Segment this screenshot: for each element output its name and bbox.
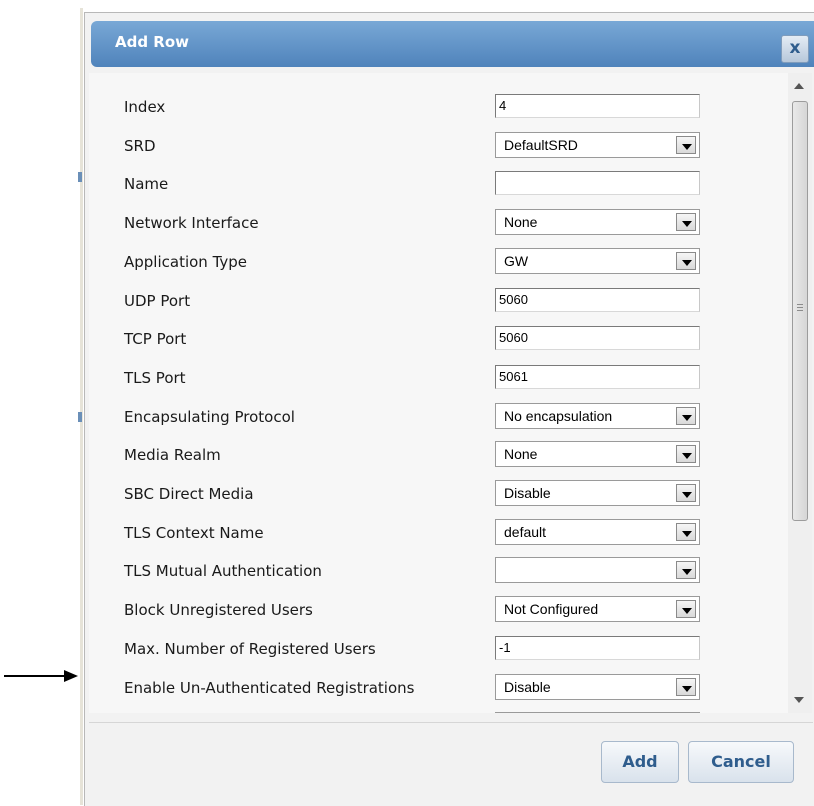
form-row: Application Type GW <box>89 246 794 276</box>
grip-icon <box>797 304 803 305</box>
field-label: Name <box>124 175 169 194</box>
form-row: SRD DefaultSRD <box>89 130 794 160</box>
select-dropdown[interactable]: Not Configured <box>495 596 700 623</box>
select-dropdown[interactable]: DefaultSRD <box>495 131 700 158</box>
scroll-up-icon[interactable] <box>794 83 804 89</box>
annotation-arrow-shaft <box>4 675 68 677</box>
chevron-down-icon[interactable] <box>676 600 696 619</box>
field-label: Application Type <box>124 252 248 271</box>
form-row: Enable TCP KeepaliveDisable <box>89 710 794 713</box>
select-dropdown[interactable]: Disable <box>495 480 700 506</box>
text-input[interactable]: 5061 <box>495 364 700 389</box>
form-row: Name <box>89 168 794 198</box>
form-row: Encapsulating Protocol No encapsulation <box>89 401 794 431</box>
form-content: Index 4 SRD DefaultSRD Name Network Interface… <box>89 73 794 713</box>
form-row: TLS Mutual Authentication <box>89 555 794 585</box>
select-dropdown[interactable]: None <box>495 209 700 236</box>
scroll-down-icon[interactable] <box>794 697 804 703</box>
footer-divider <box>89 722 813 723</box>
form-row: Max. Number of Registered Users -1 <box>89 633 794 663</box>
select-value: No encapsulation <box>504 407 613 424</box>
text-input[interactable]: 4 <box>495 94 700 118</box>
chevron-down-icon[interactable] <box>676 251 696 270</box>
text-input[interactable]: 5060 <box>495 287 700 312</box>
select-dropdown[interactable]: GW <box>495 247 700 274</box>
select-dropdown[interactable]: default <box>495 518 700 545</box>
vertical-scrollbar[interactable] <box>788 73 812 713</box>
field-label: SBC Direct Media <box>124 485 254 503</box>
background-marker <box>78 412 82 422</box>
text-input[interactable] <box>495 171 700 196</box>
field-label: Enable Un-Authenticated Registrations <box>124 678 415 697</box>
field-label: TCP Port <box>124 330 187 349</box>
field-label: Max. Number of Registered Users <box>124 639 376 658</box>
text-input[interactable]: 5060 <box>495 326 700 351</box>
background-panel-edge <box>80 8 83 805</box>
chevron-down-icon[interactable] <box>676 406 696 425</box>
form-row: Index 4 <box>89 91 794 121</box>
form-row: UDP Port 5060 <box>89 285 794 315</box>
select-value: default <box>504 523 547 540</box>
chevron-down-icon[interactable] <box>676 677 696 696</box>
field-label: TLS Mutual Authentication <box>124 562 322 581</box>
field-label: Network Interface <box>124 214 259 233</box>
scrollbar-thumb[interactable] <box>792 101 808 521</box>
select-value: None <box>504 214 538 231</box>
select-value: Disable <box>504 678 551 695</box>
form-row: Media Realm None <box>89 439 794 469</box>
chevron-down-icon[interactable] <box>676 561 696 580</box>
form-row: TLS Port 5061 <box>89 362 794 392</box>
form-row: TCP Port 5060 <box>89 323 794 353</box>
field-label: UDP Port <box>124 291 191 310</box>
form-row: TLS Context Name default <box>89 517 794 547</box>
dialog-titlebar: Add Row x <box>91 21 814 67</box>
text-input[interactable]: -1 <box>495 635 700 660</box>
select-dropdown[interactable]: Disable <box>495 673 700 700</box>
select-value: Disable <box>504 485 551 501</box>
field-label: TLS Port <box>124 368 186 387</box>
form-row: Network Interface None <box>89 207 794 237</box>
chevron-down-icon[interactable] <box>676 135 696 154</box>
form-row: Block Unregistered Users Not Configured <box>89 594 794 624</box>
close-icon[interactable]: x <box>781 35 809 63</box>
select-dropdown[interactable]: None <box>495 441 700 468</box>
field-label: Encapsulating Protocol <box>124 407 295 426</box>
chevron-down-icon[interactable] <box>676 522 696 541</box>
select-dropdown[interactable]: Disable <box>495 712 700 713</box>
select-value: DefaultSRD <box>504 136 578 153</box>
background-marker <box>78 172 82 182</box>
cancel-button[interactable]: Cancel <box>688 741 794 783</box>
chevron-down-icon[interactable] <box>676 213 696 232</box>
form-row: Enable Un-Authenticated Registrations Dis… <box>89 672 794 702</box>
form-row: SBC Direct Media Disable <box>89 478 794 508</box>
select-dropdown[interactable] <box>495 557 700 584</box>
select-value: None <box>504 446 538 463</box>
select-dropdown[interactable]: No encapsulation <box>495 402 700 429</box>
select-value: GW <box>504 252 529 269</box>
dialog-title: Add Row <box>115 33 190 51</box>
field-label: SRD <box>124 136 156 155</box>
field-label: Block Unregistered Users <box>124 601 313 620</box>
field-label: Media Realm <box>124 446 221 465</box>
chevron-down-icon[interactable] <box>676 445 696 464</box>
arrow-right-icon <box>64 670 78 682</box>
add-button[interactable]: Add <box>601 741 679 783</box>
chevron-down-icon[interactable] <box>676 484 696 502</box>
field-label: TLS Context Name <box>124 523 264 542</box>
field-label: Index <box>124 98 166 116</box>
add-row-dialog: Add Row x Index 4 SRD DefaultSRD Name Network… <box>84 12 814 806</box>
select-value: Not Configured <box>504 601 599 618</box>
